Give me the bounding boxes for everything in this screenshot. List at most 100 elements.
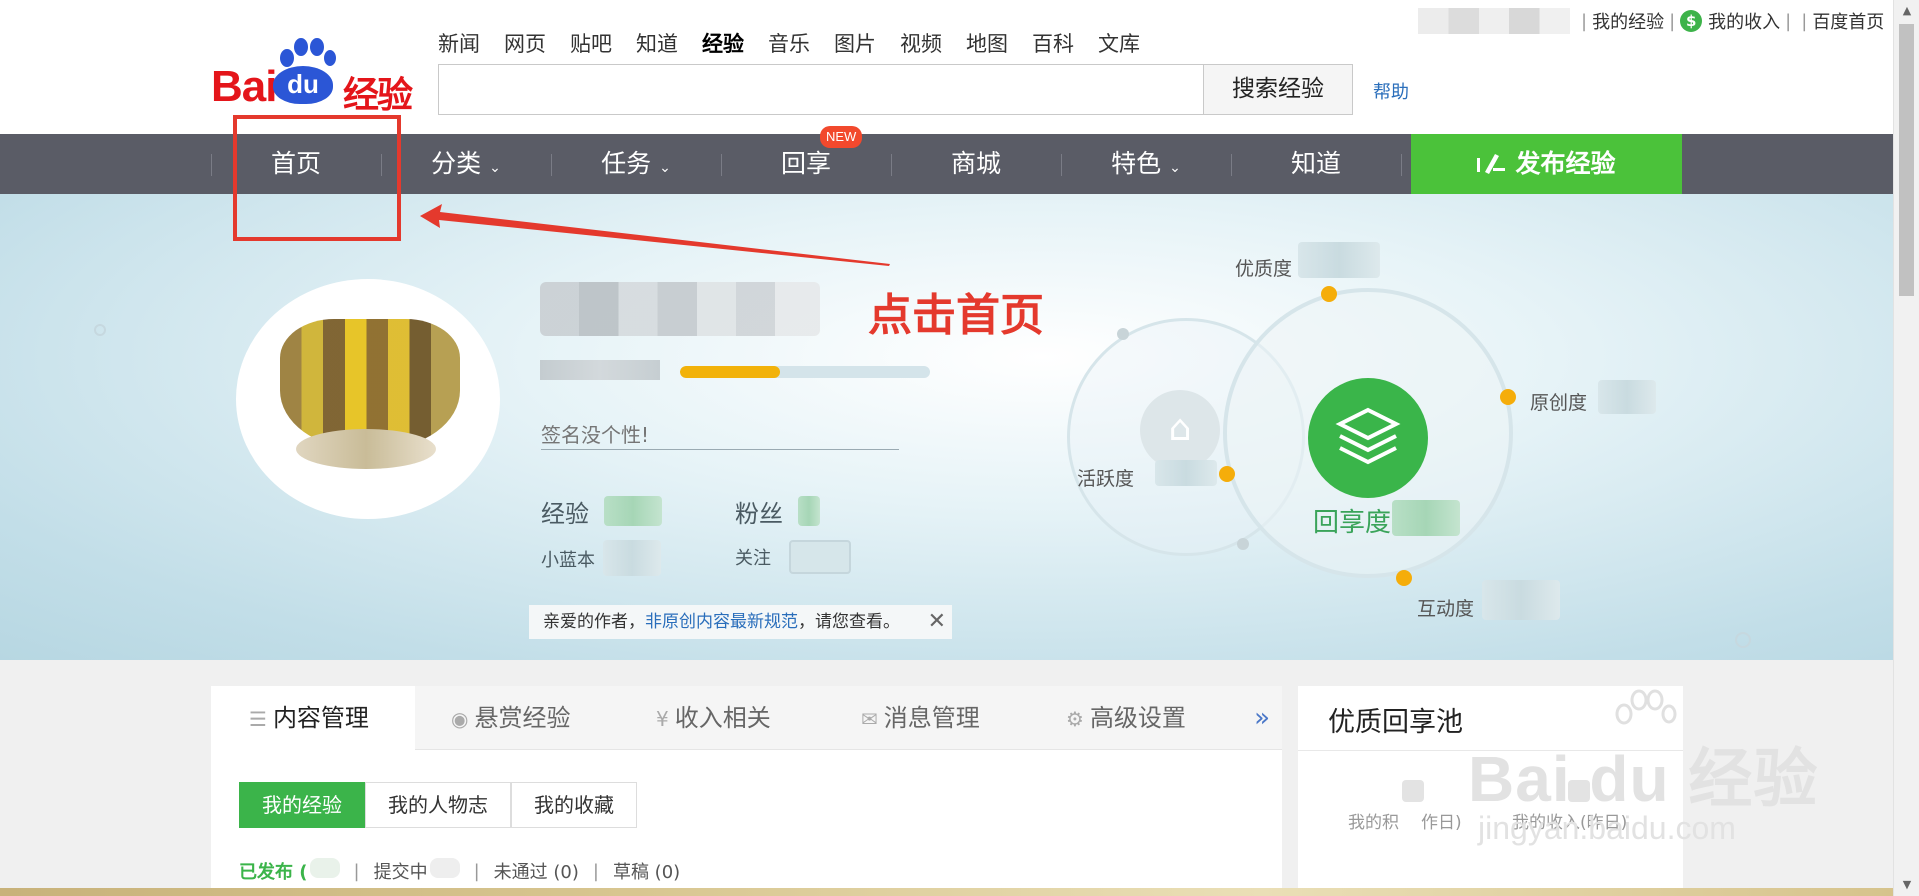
pool-stat-left-label: 我的积 xyxy=(1348,813,1399,833)
nav-item-featured-label: 特色 xyxy=(1111,149,1162,178)
filter-published[interactable]: 已发布 ( xyxy=(239,858,340,884)
annotation-text: 点击首页 xyxy=(868,290,1044,341)
signature-input[interactable] xyxy=(541,420,899,450)
filter-draft[interactable]: 草稿 (0) xyxy=(613,858,680,884)
status-filter: 已发布 ( | 提交中 | 未通过 (0) | 草稿 (0) xyxy=(239,858,680,884)
help-link[interactable]: 帮助 xyxy=(1373,78,1409,104)
orbit-dot-gray xyxy=(1117,328,1129,340)
experience-count-label[interactable]: 经验 xyxy=(541,494,589,529)
top-nav-map[interactable]: 地图 xyxy=(966,28,1008,58)
nav-item-tasks[interactable]: 任务 ⌄ xyxy=(551,134,721,194)
avatar-image-blurred xyxy=(296,429,436,469)
separator: | xyxy=(1785,10,1792,32)
orbit-dot-gray xyxy=(1237,538,1249,550)
fans-count-label[interactable]: 粉丝 xyxy=(735,494,783,529)
level-blurred xyxy=(540,360,660,380)
layers-icon xyxy=(1335,407,1401,465)
tab-messages[interactable]: ✉ 消息管理 xyxy=(861,686,980,750)
activity-label: 活跃度 xyxy=(1077,468,1135,490)
top-nav-news[interactable]: 新闻 xyxy=(438,28,480,58)
avatar[interactable] xyxy=(236,279,500,519)
top-nav-baike[interactable]: 百科 xyxy=(1032,28,1074,58)
scroll-up-icon[interactable]: ▲ xyxy=(1894,0,1919,22)
notice-prefix: 亲爱的作者， xyxy=(543,612,645,632)
tab-advanced-settings[interactable]: ⚙ 高级设置 xyxy=(1066,686,1186,750)
separator: | xyxy=(353,860,360,882)
nav-item-mall[interactable]: 商城 xyxy=(891,134,1061,194)
my-experience-link[interactable]: 我的经验 xyxy=(1592,8,1664,34)
notice-link[interactable]: 非原创内容最新规范 xyxy=(645,612,798,632)
separator: | xyxy=(592,860,599,882)
decor-bubble xyxy=(94,324,106,336)
profile-hero: 经验 粉丝 小蓝本 关注 亲爱的作者，非原创内容最新规范，请您查看。 ✕ ⌂ 优… xyxy=(0,194,1893,660)
baidu-jingyan-logo[interactable]: Bai du 经验 xyxy=(211,36,419,116)
originality-label: 原创度 xyxy=(1530,392,1588,414)
subtab-my-experience[interactable]: 我的经验 xyxy=(239,782,365,828)
close-icon[interactable]: ✕ xyxy=(928,605,946,639)
content-panel: ☰ 内容管理 ◉ 悬赏经验 ¥ 收入相关 ✉ 消息管理 ⚙ 高级设置 » 我的经验 我的人… xyxy=(211,686,1282,896)
annotation-arrow-icon xyxy=(420,204,890,266)
center-badge[interactable] xyxy=(1308,378,1428,498)
search-input[interactable] xyxy=(438,64,1204,115)
mail-icon: ✉ xyxy=(861,707,878,731)
scrollbar-thumb[interactable] xyxy=(1899,24,1914,296)
tab-label: 高级设置 xyxy=(1089,704,1186,732)
publish-label: 发布经验 xyxy=(1515,149,1616,178)
filter-submitting[interactable]: 提交中 xyxy=(374,858,460,884)
username-blurred[interactable] xyxy=(1418,8,1570,34)
bottom-image-strip xyxy=(0,888,1893,896)
page-scrollbar[interactable]: ▲ ▼ xyxy=(1893,0,1919,896)
nav-item-category[interactable]: 分类 ⌄ xyxy=(381,134,551,194)
top-nav-jingyan[interactable]: 经验 xyxy=(702,28,744,58)
username-blurred xyxy=(540,282,820,336)
top-nav-images[interactable]: 图片 xyxy=(834,28,876,58)
filter-published-label: 已发布 ( xyxy=(239,862,308,883)
subtab-my-favorites[interactable]: 我的收藏 xyxy=(511,782,637,828)
reward-icon: ◉ xyxy=(451,707,469,731)
notebook-count-blurred xyxy=(603,540,661,576)
content-tabs: ☰ 内容管理 ◉ 悬赏经验 ¥ 收入相关 ✉ 消息管理 ⚙ 高级设置 » xyxy=(211,686,1282,751)
notice-suffix: ，请您查看。 xyxy=(798,612,900,632)
nav-item-category-label: 分类 xyxy=(431,149,482,178)
baidu-home-link[interactable]: 百度首页 xyxy=(1812,8,1884,34)
pool-stat-left-suffix: 作日) xyxy=(1421,813,1462,833)
count-blurred xyxy=(309,858,340,878)
level-progress-bar xyxy=(680,366,930,378)
nav-item-featured[interactable]: 特色 ⌄ xyxy=(1061,134,1231,194)
publish-experience-button[interactable]: 发布经验 xyxy=(1411,134,1682,194)
paw-logo-icon xyxy=(280,38,336,67)
follow-label[interactable]: 关注 xyxy=(735,544,771,570)
separator: | xyxy=(473,860,480,882)
top-nav-tieba[interactable]: 贴吧 xyxy=(570,28,612,58)
nav-item-huixiang[interactable]: 回享 xyxy=(721,134,891,194)
baidu-jingyan-watermark: Bai du 经验 jingyan.baidu.com xyxy=(1468,688,1828,858)
huixiang-degree-value-blurred xyxy=(1392,500,1460,536)
top-nav-web[interactable]: 网页 xyxy=(504,28,546,58)
scroll-down-icon[interactable]: ▼ xyxy=(1894,874,1919,896)
list-icon: ☰ xyxy=(249,707,267,731)
tab-content-management[interactable]: ☰ 内容管理 xyxy=(211,686,415,751)
user-bar: | 我的经验 | $ 我的收入 | | 百度首页 xyxy=(1418,6,1884,36)
tab-income[interactable]: ¥ 收入相关 xyxy=(656,686,771,750)
huixiang-degree-label: 回享度 xyxy=(1313,508,1392,538)
tab-reward-experience[interactable]: ◉ 悬赏经验 xyxy=(451,686,570,750)
filter-rejected[interactable]: 未通过 (0) xyxy=(494,858,579,884)
top-nav-music[interactable]: 音乐 xyxy=(768,28,810,58)
interaction-value-blurred xyxy=(1482,580,1560,620)
tab-label: 悬赏经验 xyxy=(474,704,571,732)
top-nav-wenku[interactable]: 文库 xyxy=(1098,28,1140,58)
notebook-label[interactable]: 小蓝本 xyxy=(541,546,595,572)
nav-divider xyxy=(1401,154,1402,176)
my-income-link[interactable]: 我的收入 xyxy=(1708,8,1780,34)
nav-item-zhidao[interactable]: 知道 xyxy=(1231,134,1401,194)
paw-watermark-icon xyxy=(1615,689,1677,725)
top-nav-zhidao[interactable]: 知道 xyxy=(636,28,678,58)
interaction-label: 互动度 xyxy=(1417,598,1475,620)
subtab-my-profiles[interactable]: 我的人物志 xyxy=(365,782,511,828)
logo-jingyan-text: 经验 xyxy=(343,75,413,116)
more-tabs-icon[interactable]: » xyxy=(1254,686,1270,750)
search-button[interactable]: 搜索经验 xyxy=(1203,64,1353,115)
top-nav-video[interactable]: 视频 xyxy=(900,28,942,58)
house-yen-icon: ⌂ xyxy=(1140,390,1220,470)
logo-bai-text: Bai xyxy=(211,62,277,111)
